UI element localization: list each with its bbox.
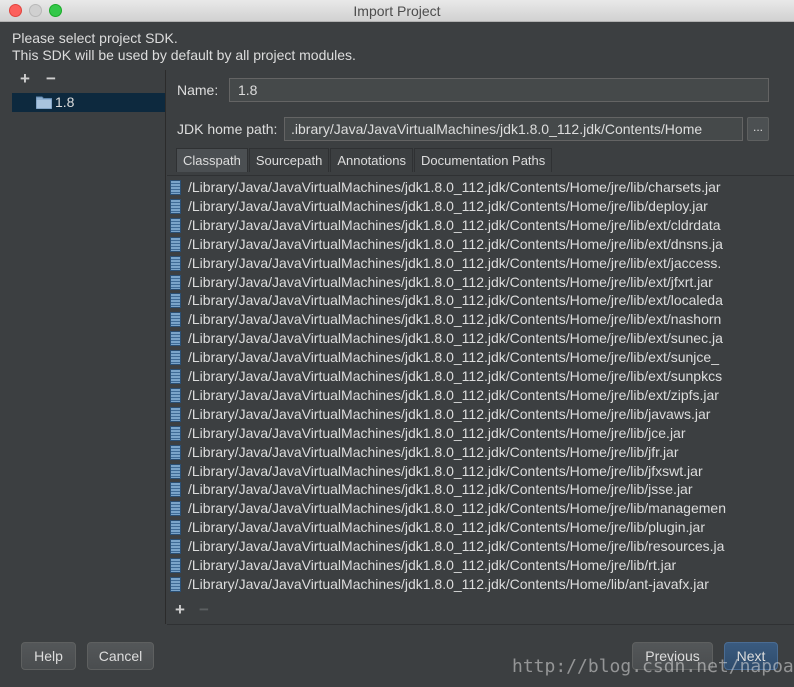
jar-icon (170, 501, 181, 517)
jar-icon (170, 387, 181, 403)
list-item-label: /Library/Java/JavaVirtualMachines/jdk1.8… (188, 557, 677, 573)
jar-icon (170, 180, 181, 195)
browse-button[interactable]: ... (747, 117, 769, 141)
jar-icon (170, 539, 181, 555)
list-item[interactable]: /Library/Java/JavaVirtualMachines/jdk1.8… (167, 386, 794, 405)
list-item-label: /Library/Java/JavaVirtualMachines/jdk1.8… (188, 538, 725, 555)
remove-classpath-button[interactable]: − (196, 601, 212, 619)
window-title: Import Project (353, 3, 441, 19)
jar-icon (170, 425, 181, 441)
list-item-label: /Library/Java/JavaVirtualMachines/jdk1.8… (188, 519, 705, 536)
list-item[interactable]: /Library/Java/JavaVirtualMachines/jdk1.8… (167, 556, 794, 575)
list-item[interactable]: /Library/Java/JavaVirtualMachines/jdk1.8… (167, 367, 794, 386)
jar-icon (170, 406, 181, 422)
sdk-list-item[interactable]: 1.8 (12, 93, 165, 112)
jar-icon (170, 463, 181, 479)
list-item-label: /Library/Java/JavaVirtualMachines/jdk1.8… (188, 292, 723, 309)
jar-icon (170, 236, 181, 252)
list-item-label: /Library/Java/JavaVirtualMachines/jdk1.8… (188, 386, 719, 403)
jar-icon (170, 331, 181, 347)
list-item-label: /Library/Java/JavaVirtualMachines/jdk1.8… (188, 254, 722, 271)
title-bar: Import Project (0, 0, 794, 22)
list-item-label: /Library/Java/JavaVirtualMachines/jdk1.8… (188, 349, 719, 366)
list-item[interactable]: /Library/Java/JavaVirtualMachines/jdk1.8… (167, 216, 794, 235)
sdk-list-item-label: 1.8 (55, 94, 75, 110)
cancel-button[interactable]: Cancel (87, 642, 154, 670)
jar-icon (170, 217, 181, 233)
list-item-label: /Library/Java/JavaVirtualMachines/jdk1.8… (188, 311, 722, 328)
jdk-home-path-field[interactable]: .ibrary/Java/JavaVirtualMachines/jdk1.8.… (284, 117, 743, 141)
jar-icon (170, 482, 181, 498)
list-item-label: /Library/Java/JavaVirtualMachines/jdk1.8… (188, 424, 686, 441)
list-item[interactable]: /Library/Java/JavaVirtualMachines/jdk1.8… (167, 405, 794, 424)
tab-annotations[interactable]: Annotations (330, 148, 413, 172)
list-item[interactable]: /Library/Java/JavaVirtualMachines/jdk1.8… (167, 537, 794, 556)
list-item-label: /Library/Java/JavaVirtualMachines/jdk1.8… (188, 273, 713, 290)
watermark: http://blog.csdn.net/napoay (512, 656, 794, 677)
list-item[interactable]: /Library/Java/JavaVirtualMachines/jdk1.8… (167, 424, 794, 443)
sdk-hint-line-2: This SDK will be used by default by all … (12, 47, 356, 63)
jar-icon (170, 350, 181, 366)
list-item[interactable]: /Library/Java/JavaVirtualMachines/jdk1.8… (167, 178, 794, 197)
tab-documentation-paths[interactable]: Documentation Paths (413, 148, 553, 172)
jdk-home-path-label: JDK home path: (177, 121, 278, 137)
list-item[interactable]: /Library/Java/JavaVirtualMachines/jdk1.8… (167, 197, 794, 216)
remove-sdk-button[interactable]: − (43, 70, 59, 88)
list-item[interactable]: /Library/Java/JavaVirtualMachines/jdk1.8… (167, 480, 794, 499)
sdk-hint-line-1: Please select project SDK. (12, 30, 178, 46)
name-label: Name: (177, 82, 219, 98)
list-item-label: /Library/Java/JavaVirtualMachines/jdk1.8… (188, 575, 709, 592)
sdk-name-field[interactable] (229, 78, 769, 102)
list-item[interactable]: /Library/Java/JavaVirtualMachines/jdk1.8… (167, 518, 794, 537)
list-item[interactable]: /Library/Java/JavaVirtualMachines/jdk1.8… (167, 499, 794, 518)
list-item[interactable]: /Library/Java/JavaVirtualMachines/jdk1.8… (167, 575, 794, 594)
list-item[interactable]: /Library/Java/JavaVirtualMachines/jdk1.8… (167, 329, 794, 348)
list-item-label: /Library/Java/JavaVirtualMachines/jdk1.8… (188, 481, 693, 498)
list-item-label: /Library/Java/JavaVirtualMachines/jdk1.8… (188, 330, 723, 347)
list-item-label: /Library/Java/JavaVirtualMachines/jdk1.8… (188, 443, 679, 460)
list-item[interactable]: /Library/Java/JavaVirtualMachines/jdk1.8… (167, 348, 794, 367)
jar-icon (170, 576, 181, 592)
list-item[interactable]: /Library/Java/JavaVirtualMachines/jdk1.8… (167, 462, 794, 481)
tab-sourcepath[interactable]: Sourcepath (248, 148, 330, 172)
list-item[interactable]: /Library/Java/JavaVirtualMachines/jdk1.8… (167, 235, 794, 254)
jar-icon (170, 520, 181, 536)
list-item[interactable]: /Library/Java/JavaVirtualMachines/jdk1.8… (167, 291, 794, 310)
list-item-label: /Library/Java/JavaVirtualMachines/jdk1.8… (188, 405, 711, 422)
list-item-label: /Library/Java/JavaVirtualMachines/jdk1.8… (188, 179, 721, 195)
list-item-label: /Library/Java/JavaVirtualMachines/jdk1.8… (188, 462, 703, 479)
list-item[interactable]: /Library/Java/JavaVirtualMachines/jdk1.8… (167, 254, 794, 273)
help-button[interactable]: Help (21, 642, 76, 670)
list-item-label: /Library/Java/JavaVirtualMachines/jdk1.8… (188, 197, 708, 214)
list-item-label: /Library/Java/JavaVirtualMachines/jdk1.8… (188, 216, 721, 233)
jar-icon (170, 274, 181, 290)
jar-icon (170, 293, 181, 309)
divider (167, 624, 794, 625)
list-item-label: /Library/Java/JavaVirtualMachines/jdk1.8… (188, 235, 723, 252)
list-item[interactable]: /Library/Java/JavaVirtualMachines/jdk1.8… (167, 443, 794, 462)
classpath-list[interactable]: /Library/Java/JavaVirtualMachines/jdk1.8… (167, 175, 794, 595)
add-classpath-button[interactable]: + (172, 601, 188, 619)
jar-icon (170, 312, 181, 328)
jar-icon (170, 369, 181, 384)
add-sdk-button[interactable]: + (17, 70, 33, 88)
jar-icon (170, 444, 181, 460)
list-item[interactable]: /Library/Java/JavaVirtualMachines/jdk1.8… (167, 594, 794, 596)
list-item-label: /Library/Java/JavaVirtualMachines/jdk1.8… (188, 500, 726, 517)
sdk-list-panel: + − 1.8 (12, 70, 166, 624)
sdk-tabs: Classpath Sourcepath Annotations Documen… (176, 148, 553, 172)
jar-icon (170, 198, 181, 214)
jar-icon (170, 558, 181, 573)
tab-classpath[interactable]: Classpath (176, 148, 248, 172)
folder-icon (36, 96, 52, 109)
list-item-label: /Library/Java/JavaVirtualMachines/jdk1.8… (188, 368, 723, 384)
list-item[interactable]: /Library/Java/JavaVirtualMachines/jdk1.8… (167, 273, 794, 292)
list-item[interactable]: /Library/Java/JavaVirtualMachines/jdk1.8… (167, 310, 794, 329)
jar-icon (170, 255, 181, 271)
